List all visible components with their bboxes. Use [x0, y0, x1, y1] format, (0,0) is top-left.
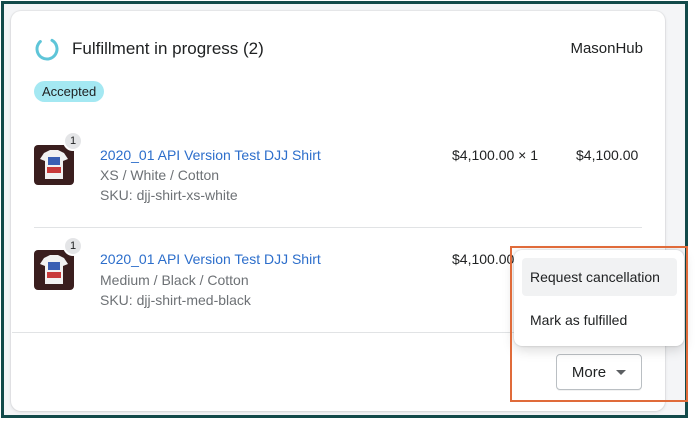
product-link[interactable]: 2020_01 API Version Test DJJ Shirt [100, 250, 321, 268]
shirt-image-icon [40, 255, 68, 284]
more-button-label: More [571, 363, 607, 381]
caret-down-icon [616, 369, 627, 375]
quantity-badge: 1 [63, 131, 83, 151]
product-thumbnail [34, 145, 74, 185]
product-variant: Medium / Black / Cotton [100, 272, 249, 288]
request-cancellation-item[interactable]: Request cancellation [522, 258, 677, 296]
quantity-badge: 1 [63, 236, 83, 256]
card-title: Fulfillment in progress (2) [72, 39, 264, 58]
more-actions-button[interactable]: More [556, 354, 642, 390]
product-thumbnail [34, 250, 74, 290]
product-sku: SKU: djj-shirt-xs-white [100, 187, 238, 203]
progress-circle-icon [35, 37, 59, 61]
product-variant: XS / White / Cotton [100, 167, 220, 183]
unit-price: $4,100.00 × 1 [452, 147, 539, 163]
actions-popover: Request cancellation Mark as fulfilled [514, 250, 684, 346]
line-total: $4,100.00 [576, 147, 639, 163]
status-badge: Accepted [34, 81, 105, 102]
fulfillment-card [11, 11, 665, 411]
mark-as-fulfilled-item[interactable]: Mark as fulfilled [522, 301, 677, 339]
product-sku: SKU: djj-shirt-med-black [100, 292, 251, 308]
unit-price: $4,100.00 [452, 251, 515, 267]
shirt-image-icon [40, 150, 68, 179]
fulfillment-location: MasonHub [570, 40, 643, 57]
product-link[interactable]: 2020_01 API Version Test DJJ Shirt [100, 146, 321, 164]
divider [34, 227, 642, 228]
